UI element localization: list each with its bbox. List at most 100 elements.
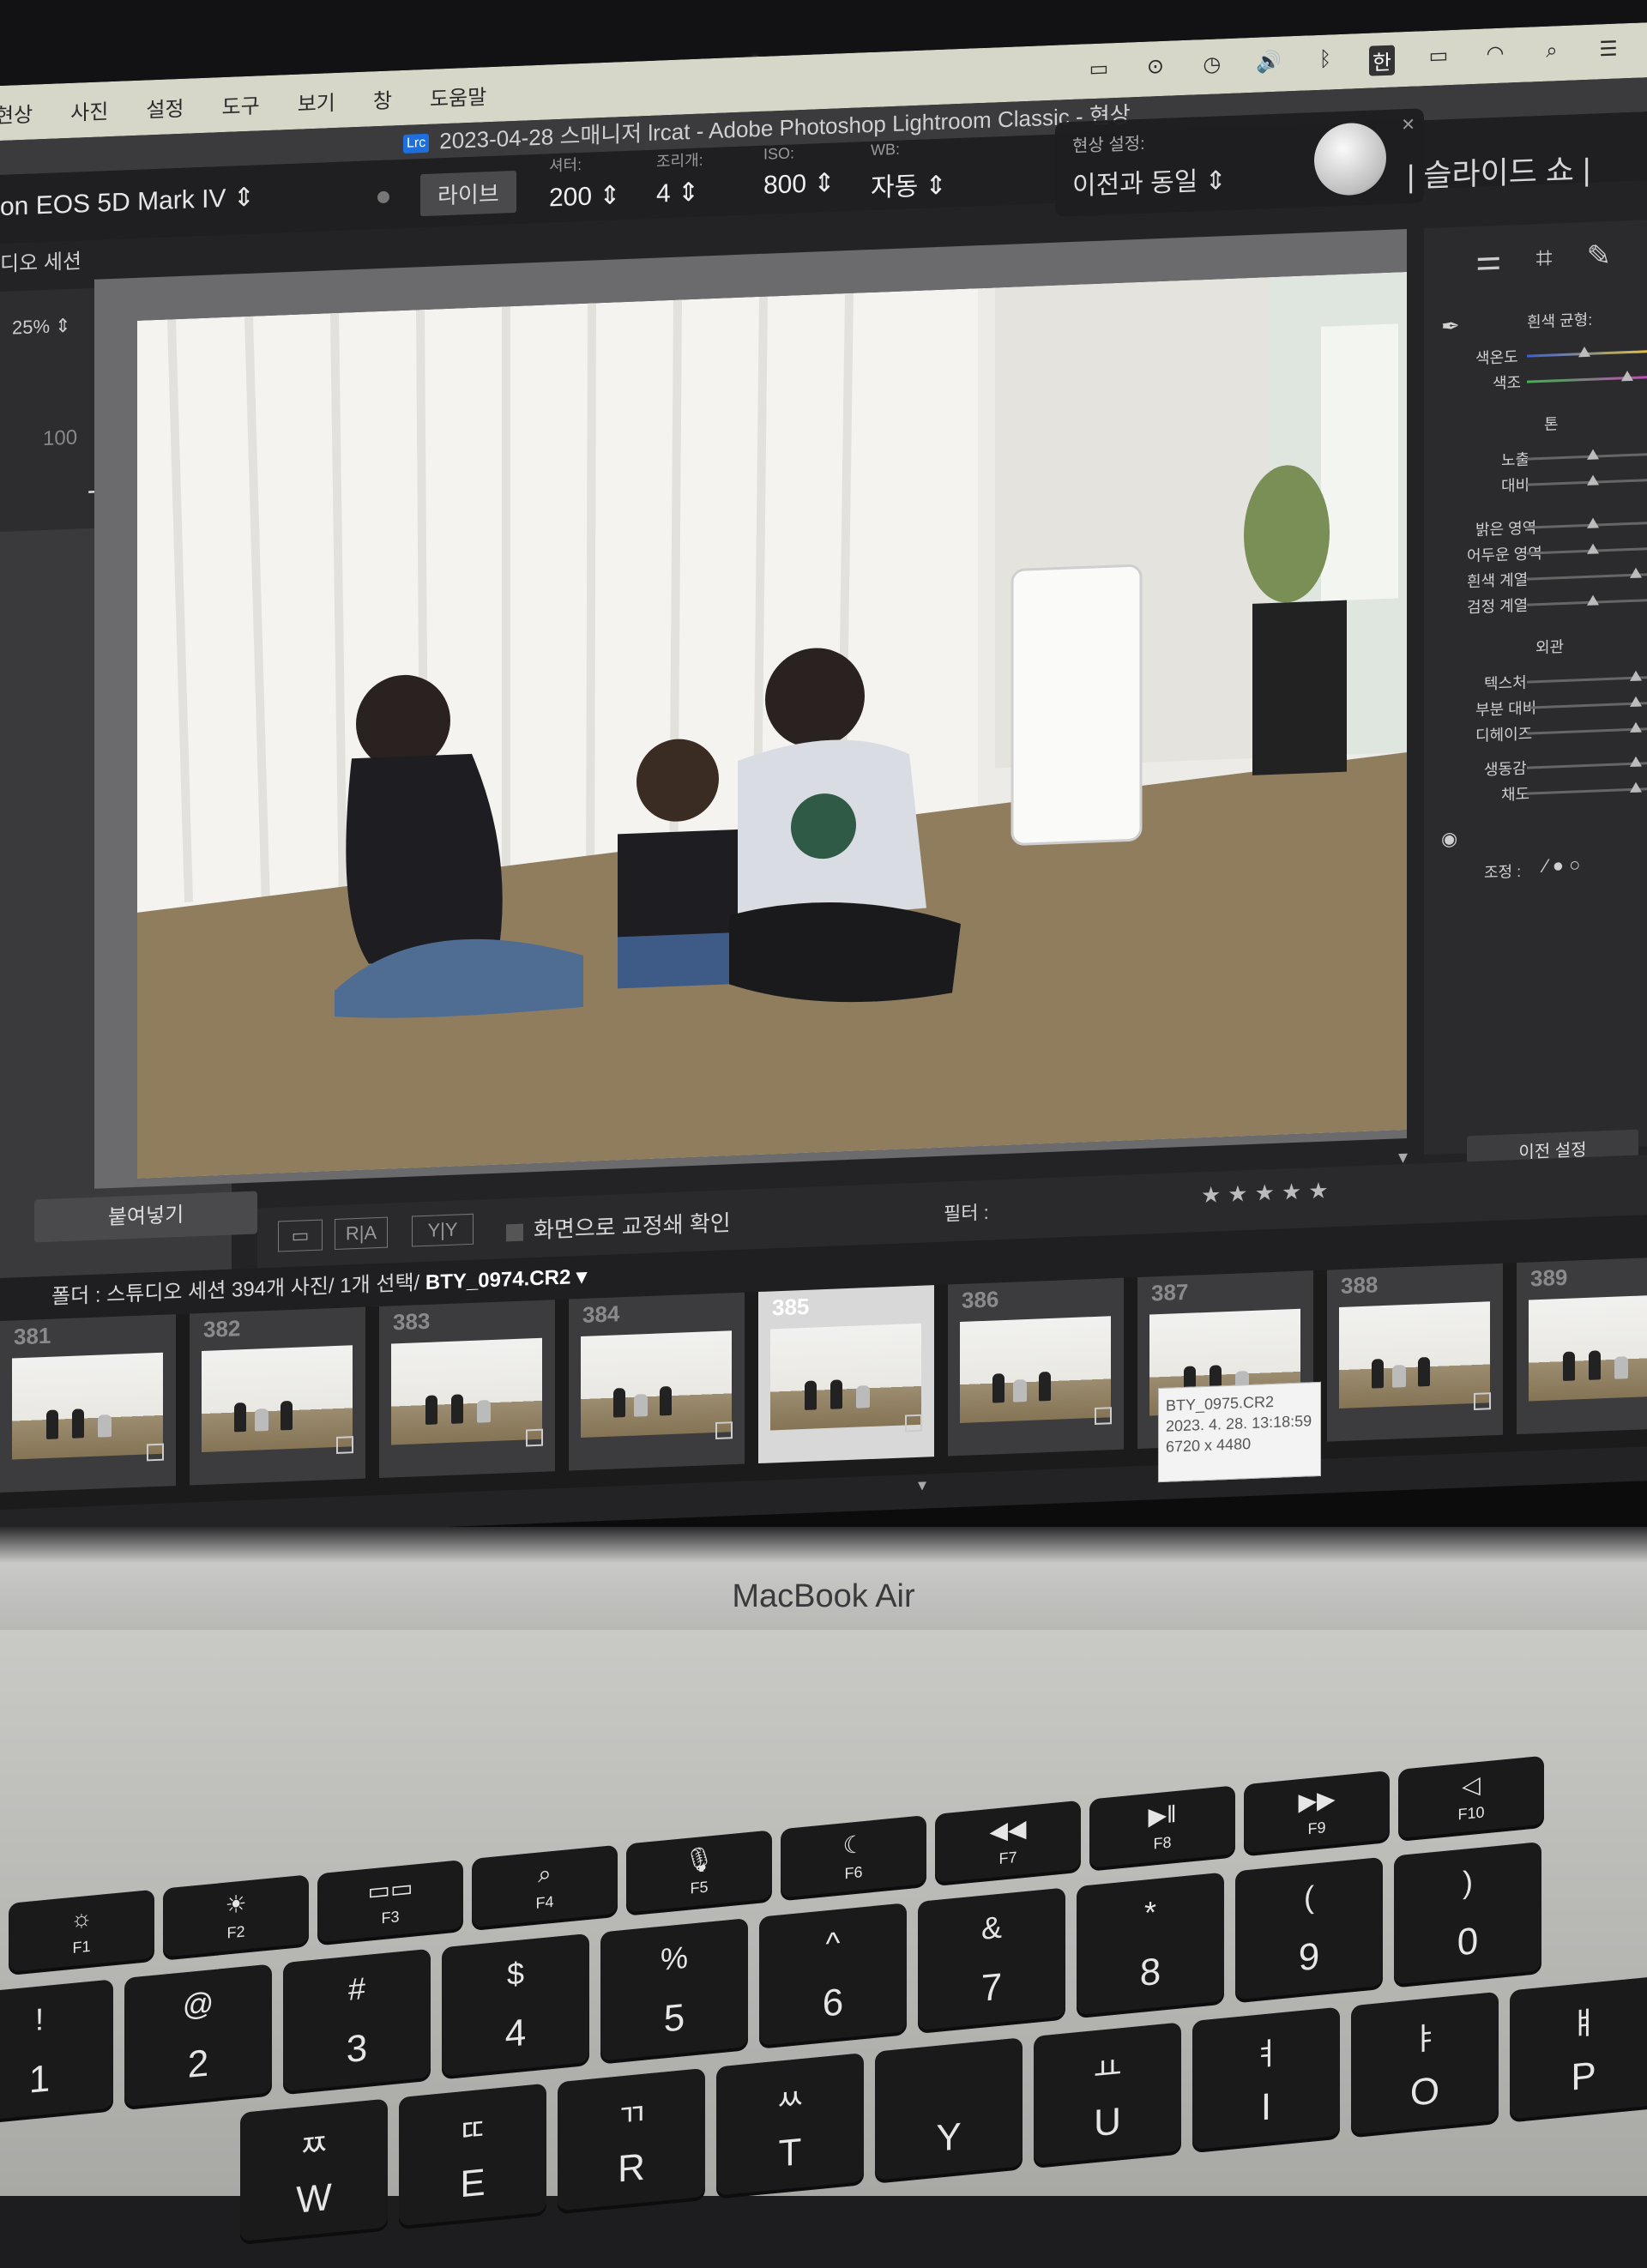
live-view-button[interactable]: 라이브 [420,170,516,217]
paste-button[interactable]: 붙여넣기 [34,1191,257,1243]
camera-select[interactable]: on EOS 5D Mark IV ⇕ [0,183,255,222]
selected-filename[interactable]: BTY_0974.CR2 ▾ [425,1265,587,1294]
letter-key[interactable]: ㅒP [1510,1975,1647,2120]
soft-proofing-checkbox[interactable] [506,1223,523,1242]
wb-field[interactable]: WB: 자동 ⇕ [871,139,947,204]
filmstrip-collapse-icon[interactable]: ▾ [918,1475,926,1495]
blacks-slider[interactable] [1527,594,1647,606]
function-key[interactable]: ☀ F2 [163,1874,309,1957]
screen-mirroring-icon[interactable]: ▭ [1086,56,1112,87]
texture-slider-knob[interactable] [1630,670,1642,682]
wifi-icon[interactable]: ◠ [1482,40,1508,71]
vibrance-slider[interactable] [1527,756,1647,769]
contrast-slider-knob[interactable] [1587,474,1599,486]
tint-slider[interactable] [1527,370,1647,383]
spotlight-search-icon[interactable]: ⌕ [1539,38,1565,69]
filmstrip-thumbnail[interactable]: 383 [379,1300,555,1479]
shutter-field[interactable]: 셔터: 200 ⇕ [549,151,621,213]
letter-key[interactable]: ㅉW [240,2098,388,2242]
number-key[interactable]: $4 [442,1933,589,2077]
function-key[interactable]: ☾ F6 [781,1815,926,1898]
edit-sliders-icon[interactable]: ⚌ [1475,242,1535,277]
develop-settings-select[interactable]: 이전과 동일 ⇕ [1072,159,1227,202]
filmstrip-thumbnail[interactable]: 382 [190,1306,365,1486]
time-machine-icon[interactable]: ◷ [1199,51,1225,82]
number-key[interactable]: & 7 [918,1887,1065,2030]
dehaze-slider-knob[interactable] [1630,721,1642,733]
filmstrip-thumbnail[interactable]: 385 [758,1285,934,1464]
number-key[interactable]: ! 1 [0,1979,113,2122]
control-center-icon[interactable]: ☰ [1596,36,1621,67]
zoom-select[interactable]: 25% ⇕ [12,315,71,340]
shadows-slider-knob[interactable] [1587,543,1599,554]
highlights-slider[interactable] [1527,517,1647,529]
clarity-slider[interactable] [1527,696,1647,709]
contrast-slider[interactable] [1527,474,1647,486]
exposure-slider-knob[interactable] [1587,449,1599,460]
number-key[interactable]: * 8 [1077,1872,1224,2016]
battery-icon[interactable]: ▭ [1426,42,1451,73]
close-icon[interactable]: ✕ [1401,114,1415,136]
capture-shutter-button[interactable] [1314,121,1386,197]
before-after-button[interactable]: R|A [335,1216,388,1251]
input-method-indicator[interactable]: 한 [1368,45,1395,76]
menu-item[interactable]: 설정 [146,91,184,123]
function-key[interactable]: ◁ F10 [1398,1755,1544,1839]
filmstrip-thumbnail[interactable]: 384 [569,1292,745,1471]
letter-key[interactable]: ㄲR [558,2067,705,2211]
soft-proofing-toggle[interactable]: 화면으로 교정쇄 확인 [506,1205,731,1246]
shutter-value[interactable]: 200 ⇕ [549,180,621,213]
blacks-slider-knob[interactable] [1587,594,1599,606]
number-key[interactable]: ) 0 [1394,1841,1541,1985]
function-key[interactable]: ▶▶ F9 [1244,1770,1390,1854]
filmstrip-thumbnail[interactable]: 386 [948,1277,1124,1457]
module-picker[interactable]: | 슬라이드 쇼 | [1407,145,1590,196]
creative-cloud-icon[interactable]: ⊙ [1143,53,1168,84]
number-key[interactable]: (9 [1235,1856,1383,2000]
wb-value[interactable]: 자동 ⇕ [871,164,947,204]
vibrance-slider-knob[interactable] [1630,756,1642,768]
temp-slider[interactable] [1527,346,1647,358]
texture-slider[interactable] [1527,670,1647,684]
crop-icon[interactable]: ⌗ [1535,240,1586,274]
eyedropper-icon[interactable]: ✒ [1441,313,1460,341]
eye-icon[interactable]: ◉ [1441,828,1457,851]
loupe-view-button[interactable]: ▭ [278,1219,323,1252]
function-key[interactable]: ▶‖ F8 [1089,1785,1235,1868]
iso-field[interactable]: ISO: 800 ⇕ [763,143,836,201]
number-key[interactable]: #3 [283,1948,431,2092]
whites-slider[interactable] [1527,567,1647,581]
clarity-slider-knob[interactable] [1630,696,1642,708]
healing-brush-icon[interactable]: ✎ [1587,238,1646,273]
highlights-slider-knob[interactable] [1587,517,1599,528]
letter-key[interactable]: Y [875,2037,1023,2181]
filmstrip-thumbnail[interactable]: 381 [0,1314,176,1493]
saturation-slider-knob[interactable] [1630,781,1642,793]
filmstrip-thumbnail[interactable]: 388 [1327,1263,1503,1442]
whites-slider-knob[interactable] [1630,567,1642,579]
adjust-brush-icons[interactable]: ⁄ ● ○ [1544,854,1580,878]
volume-icon[interactable]: 🔊 [1256,49,1282,80]
function-key[interactable]: ☼ F1 [9,1889,154,1973]
letter-key[interactable]: ㅑO [1351,1991,1499,2135]
letter-key[interactable]: ㅕI [1192,2006,1340,2150]
menu-item[interactable]: 도구 [222,88,260,120]
saturation-slider[interactable] [1527,781,1647,795]
aperture-value[interactable]: 4 ⇕ [656,178,703,209]
letter-key[interactable]: ㅆT [716,2053,864,2196]
number-key[interactable]: % 5 [600,1918,748,2061]
menu-item[interactable]: 도움말 [430,80,486,112]
function-key[interactable]: ◀◀ F7 [935,1800,1081,1884]
temp-slider-knob[interactable] [1578,346,1590,358]
menu-item[interactable]: 보기 [298,85,335,117]
rating-filter-stars[interactable]: ★★★★★ [1201,1177,1336,1209]
bluetooth-icon[interactable]: ᛒ [1312,47,1338,78]
shadows-slider[interactable] [1527,543,1647,555]
tint-slider-knob[interactable] [1621,370,1633,382]
main-photo[interactable] [137,271,1407,1179]
iso-value[interactable]: 800 ⇕ [763,168,836,201]
letter-key[interactable]: ㄸE [399,2083,546,2227]
filmstrip-thumbnail[interactable]: 389 [1517,1256,1647,1435]
dehaze-slider[interactable] [1527,721,1647,735]
exposure-slider[interactable] [1527,449,1647,461]
